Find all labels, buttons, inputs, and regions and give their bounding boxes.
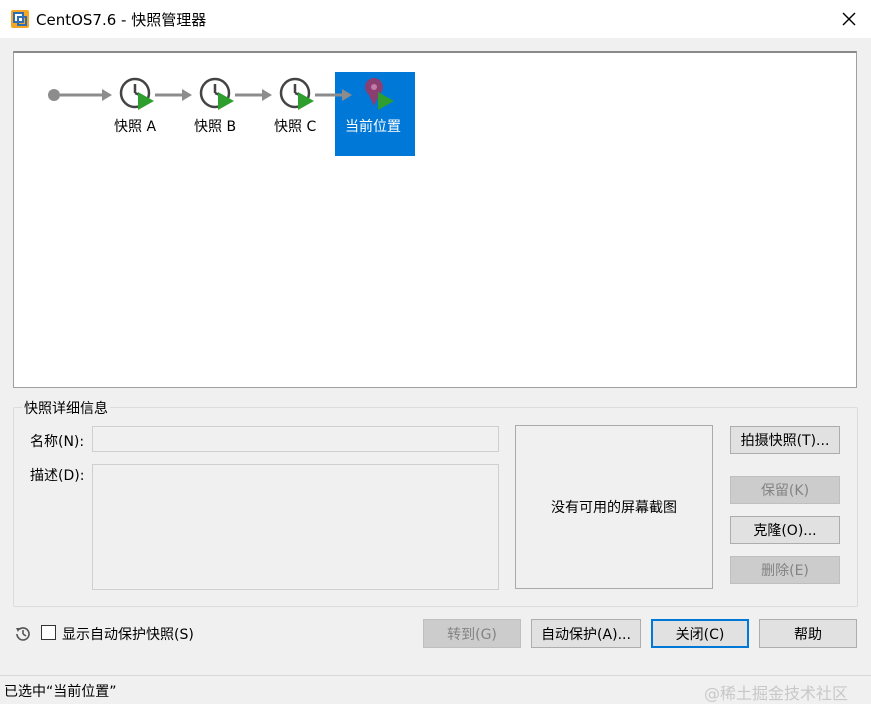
connector-arrow: [315, 89, 352, 101]
status-bar: 已选中“当前位置” @稀土掘金技术社区: [0, 675, 871, 703]
connector-arrow: [60, 89, 112, 101]
current-location-label[interactable]: 当前位置: [345, 116, 401, 136]
snapshot-label-c[interactable]: 快照 C: [274, 116, 316, 136]
status-text: 已选中“当前位置”: [4, 684, 117, 700]
connector-arrow: [155, 89, 192, 101]
name-field: [92, 426, 499, 452]
help-button[interactable]: 帮助: [759, 619, 857, 648]
delete-button[interactable]: 删除(E): [730, 556, 840, 584]
snapshot-clock-icon[interactable]: [199, 77, 234, 110]
snapshot-details-title: 快照详细信息: [22, 398, 110, 418]
keep-button[interactable]: 保留(K): [730, 476, 840, 504]
name-label: 名称(N):: [30, 434, 85, 450]
autoprotect-button[interactable]: 自动保护(A)...: [531, 619, 641, 648]
no-screenshot-text: 没有可用的屏幕截图: [551, 500, 677, 516]
show-autoprotect-label[interactable]: 显示自动保护快照(S): [62, 624, 194, 644]
take-snapshot-button[interactable]: 拍摄快照(T)...: [730, 426, 840, 454]
description-field: [92, 464, 499, 590]
snapshot-label-a[interactable]: 快照 A: [114, 116, 156, 136]
description-label: 描述(D):: [30, 468, 85, 484]
clone-button[interactable]: 克隆(O)...: [730, 516, 840, 544]
snapshot-label-b[interactable]: 快照 B: [194, 116, 236, 136]
snapshot-clock-icon[interactable]: [119, 77, 154, 110]
connector-arrow: [235, 89, 272, 101]
current-location-pin-icon[interactable]: [365, 78, 394, 110]
snapshot-clock-icon[interactable]: [279, 77, 314, 110]
goto-button[interactable]: 转到(G): [423, 619, 521, 648]
tree-root-dot: [48, 89, 60, 101]
snapshot-screenshot-preview: 没有可用的屏幕截图: [515, 425, 713, 589]
show-autoprotect-checkbox[interactable]: [41, 625, 56, 640]
watermark: @稀土掘金技术社区: [704, 684, 849, 703]
close-button[interactable]: 关闭(C): [651, 619, 749, 648]
history-icon: [16, 627, 30, 641]
